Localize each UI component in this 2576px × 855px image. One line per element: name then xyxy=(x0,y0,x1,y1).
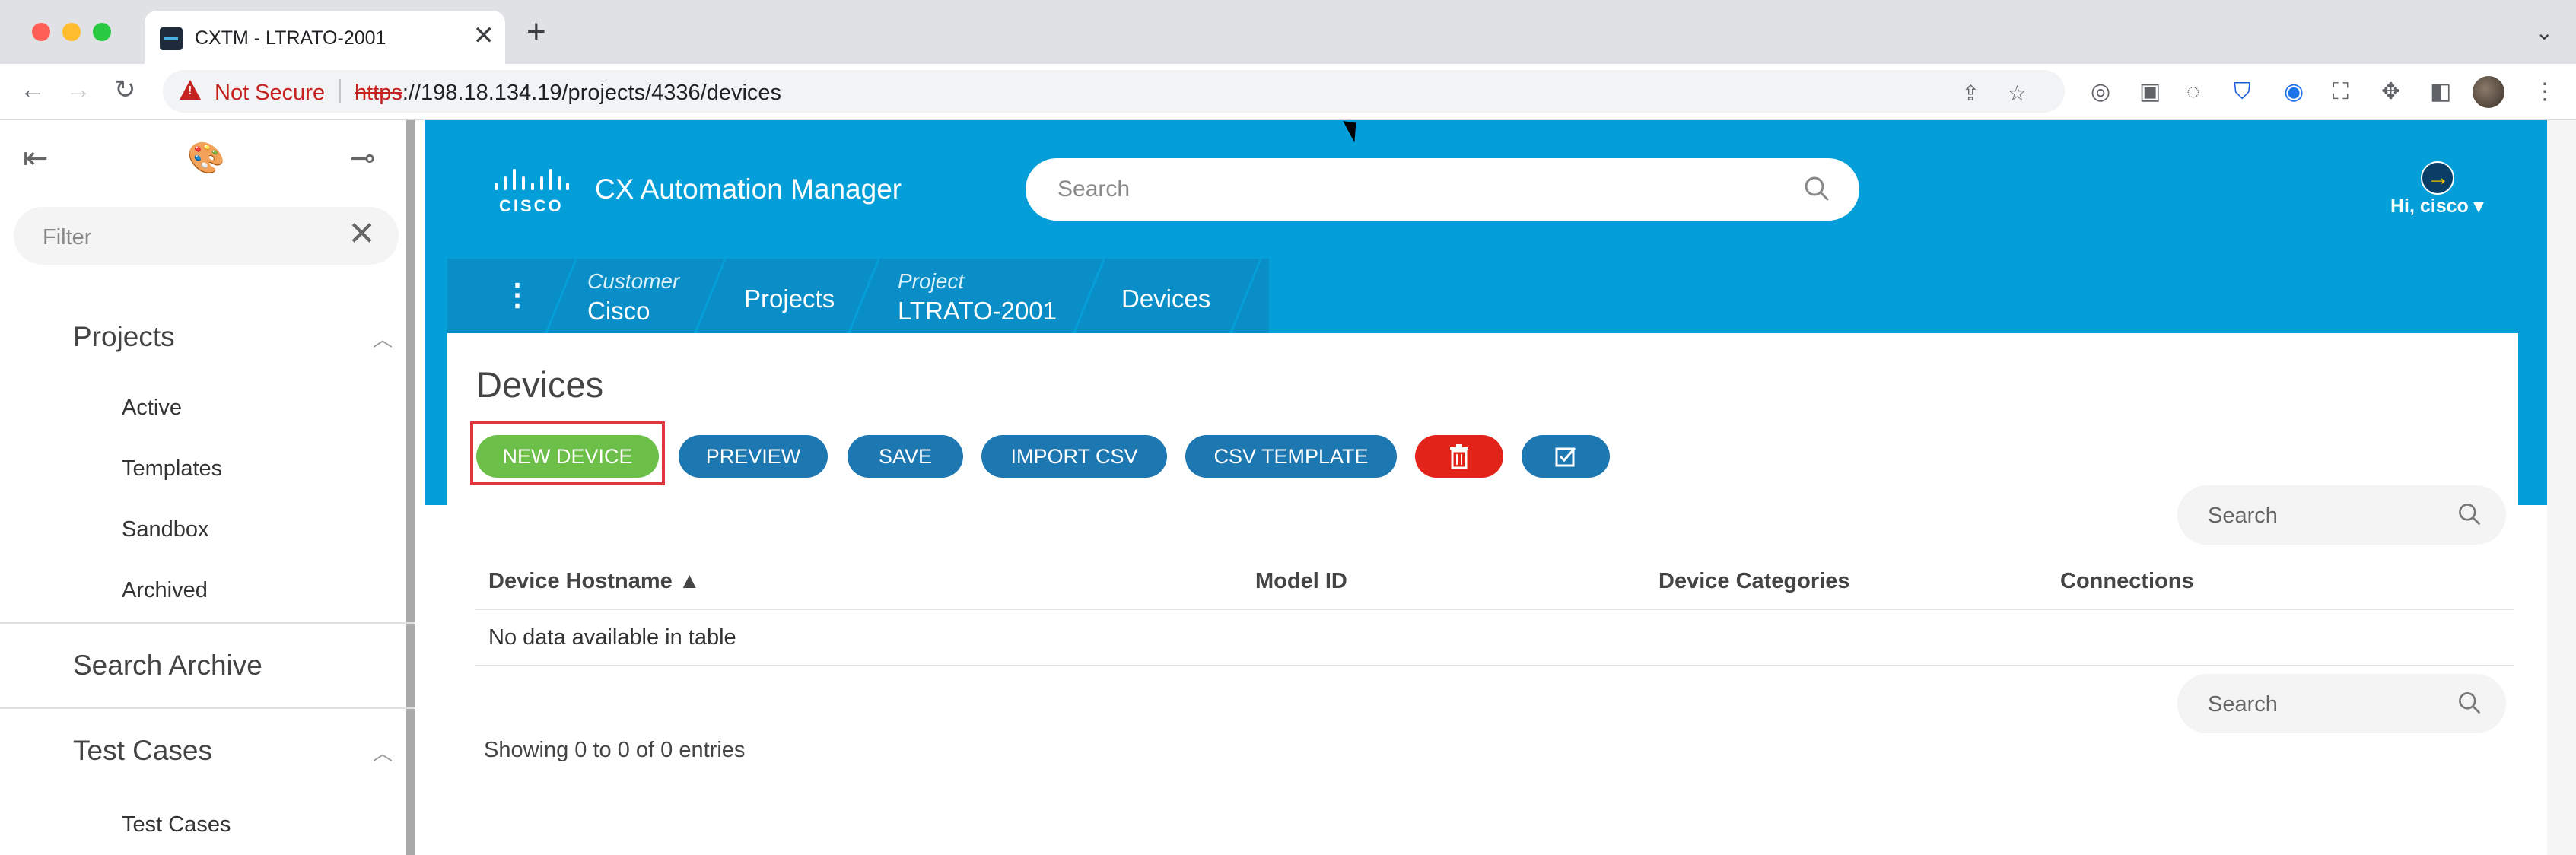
column-header-connections[interactable]: Connections xyxy=(2060,569,2194,594)
preview-button[interactable]: PREVIEW xyxy=(679,435,828,478)
checkbox-icon xyxy=(1555,447,1576,467)
sidebar-item-test-cases[interactable]: Test Cases xyxy=(122,812,231,838)
page-scrollbar[interactable] xyxy=(2547,120,2576,855)
trash-icon xyxy=(1450,444,1468,469)
maximize-window-button[interactable] xyxy=(93,23,111,41)
puzzle-icon[interactable]: ✥ xyxy=(2381,81,2400,103)
sidebar-section-test-cases[interactable]: Test Cases xyxy=(73,735,212,767)
sidebar-filter-input[interactable]: Filter ✕ xyxy=(14,207,399,265)
extension-icon[interactable]: ▣ xyxy=(2139,81,2161,103)
sidebar-item-sandbox[interactable]: Sandbox xyxy=(122,517,209,542)
table-info-text: Showing 0 to 0 of 0 entries xyxy=(484,738,746,762)
forward-arrow-icon[interactable]: → xyxy=(65,75,91,105)
column-header-device-categories[interactable]: Device Categories xyxy=(1658,569,1849,594)
table-search-placeholder: Search xyxy=(2208,692,2278,717)
user-menu[interactable]: Hi, cisco ▾ xyxy=(2390,195,2483,218)
tab-title: CXTM - LTRATO-2001 xyxy=(195,27,386,49)
breadcrumb-customer[interactable]: Cisco xyxy=(587,297,650,326)
clear-filter-icon[interactable]: ✕ xyxy=(348,218,376,251)
breadcrumb-project-label: Project xyxy=(898,269,965,293)
tab-search-chevron-icon[interactable]: ⌄ xyxy=(2536,20,2553,45)
cisco-logo[interactable]: CISCO xyxy=(493,167,569,215)
table-search-placeholder: Search xyxy=(2208,504,2278,528)
breadcrumb-devices[interactable]: Devices xyxy=(1121,284,1210,313)
global-search-input[interactable]: Search xyxy=(1026,158,1859,221)
cisco-logo-bars xyxy=(495,169,569,190)
search-icon[interactable] xyxy=(2456,689,2483,717)
cisco-favicon-icon xyxy=(160,27,183,50)
extension-icon[interactable]: ◉ xyxy=(2284,81,2304,103)
column-header-model-id[interactable]: Model ID xyxy=(1255,569,1347,594)
app-title: CX Automation Manager xyxy=(595,173,902,205)
share-icon[interactable]: ⇪ xyxy=(1962,81,1980,106)
address-separator xyxy=(339,79,341,103)
global-search-placeholder: Search xyxy=(1057,176,1131,202)
chevron-up-icon[interactable]: ︿ xyxy=(373,324,393,352)
devices-panel xyxy=(447,333,2518,855)
reload-icon[interactable]: ↻ xyxy=(114,75,136,105)
warning-icon xyxy=(180,80,201,100)
select-all-button[interactable] xyxy=(1522,435,1610,478)
not-secure-label[interactable]: Not Secure xyxy=(215,81,325,106)
table-header-divider xyxy=(475,609,2514,610)
csv-template-button[interactable]: CSV TEMPLATE xyxy=(1185,435,1397,478)
breadcrumb-project[interactable]: LTRATO-2001 xyxy=(898,297,1057,326)
back-arrow-icon[interactable]: ← xyxy=(20,75,46,105)
search-icon[interactable] xyxy=(1802,173,1832,204)
pin-icon[interactable]: ⊸ xyxy=(350,143,376,173)
address-bar[interactable]: Not Secure https://198.18.134.19/project… xyxy=(163,70,2065,113)
extension-icon[interactable]: ◎ xyxy=(2091,81,2110,103)
sidebar-item-templates[interactable]: Templates xyxy=(122,456,222,482)
url-text[interactable]: https://198.18.134.19/projects/4336/devi… xyxy=(355,81,781,106)
screenshot-icon[interactable]: ⛶ xyxy=(2333,81,2349,103)
close-window-button[interactable] xyxy=(32,23,50,41)
bookmark-star-icon[interactable]: ☆ xyxy=(2008,81,2027,106)
minimize-window-button[interactable] xyxy=(62,23,81,41)
chevron-up-icon[interactable]: ︿ xyxy=(373,738,393,766)
profile-avatar[interactable] xyxy=(2473,76,2504,108)
breadcrumb-customer-label: Customer xyxy=(587,269,680,293)
sidebar-section-projects[interactable]: Projects xyxy=(73,321,175,353)
save-button[interactable]: SAVE xyxy=(848,435,963,478)
browser-tab-bar: CXTM - LTRATO-2001 ✕ + ⌄ xyxy=(0,0,2576,64)
column-header-device-hostname[interactable]: Device Hostname ▲ xyxy=(488,569,701,594)
cisco-logo-text: CISCO xyxy=(499,196,564,215)
breadcrumb-menu-icon[interactable]: ⋮ xyxy=(502,278,533,312)
sidebar-divider xyxy=(0,622,415,624)
extension-icon[interactable]: ◌ xyxy=(2186,81,2200,103)
table-search-input-top[interactable]: Search xyxy=(2177,485,2506,545)
sidebar-divider xyxy=(0,707,415,709)
new-tab-button[interactable]: + xyxy=(526,15,546,49)
browser-tab-active[interactable]: CXTM - LTRATO-2001 ✕ xyxy=(145,11,505,64)
bitwarden-icon[interactable]: ⛉ xyxy=(2234,81,2251,103)
breadcrumb-projects[interactable]: Projects xyxy=(744,284,835,313)
url-scheme: https xyxy=(355,81,402,105)
collapse-sidebar-icon[interactable]: ⇤ xyxy=(23,143,49,173)
sidebar: ⇤ 🎨 ⊸ Filter ✕ Projects ︿ Active Templat… xyxy=(0,120,415,855)
new-device-button[interactable]: NEW DEVICE xyxy=(476,435,659,478)
sidebar-item-archived[interactable]: Archived xyxy=(122,578,208,603)
empty-table-message: No data available in table xyxy=(488,625,736,650)
side-panel-icon[interactable]: ◧ xyxy=(2430,81,2451,103)
user-avatar[interactable] xyxy=(2421,161,2454,195)
browser-toolbar: ← → ↻ Not Secure https://198.18.134.19/p… xyxy=(0,64,2576,120)
sidebar-item-active[interactable]: Active xyxy=(122,396,182,421)
import-csv-button[interactable]: IMPORT CSV xyxy=(981,435,1167,478)
page-title: Devices xyxy=(476,364,604,405)
table-search-input-bottom[interactable]: Search xyxy=(2177,674,2506,733)
search-icon[interactable] xyxy=(2456,501,2483,528)
sidebar-item-search-archive[interactable]: Search Archive xyxy=(73,650,262,682)
url-path: ://198.18.134.19/projects/4336/devices xyxy=(402,81,782,105)
delete-button[interactable] xyxy=(1415,435,1503,478)
table-bottom-divider xyxy=(475,665,2514,666)
tab-close-icon[interactable]: ✕ xyxy=(473,23,495,49)
more-menu-icon[interactable]: ⋮ xyxy=(2533,81,2556,103)
filter-placeholder: Filter xyxy=(43,225,92,250)
palette-icon[interactable]: 🎨 xyxy=(187,143,225,173)
